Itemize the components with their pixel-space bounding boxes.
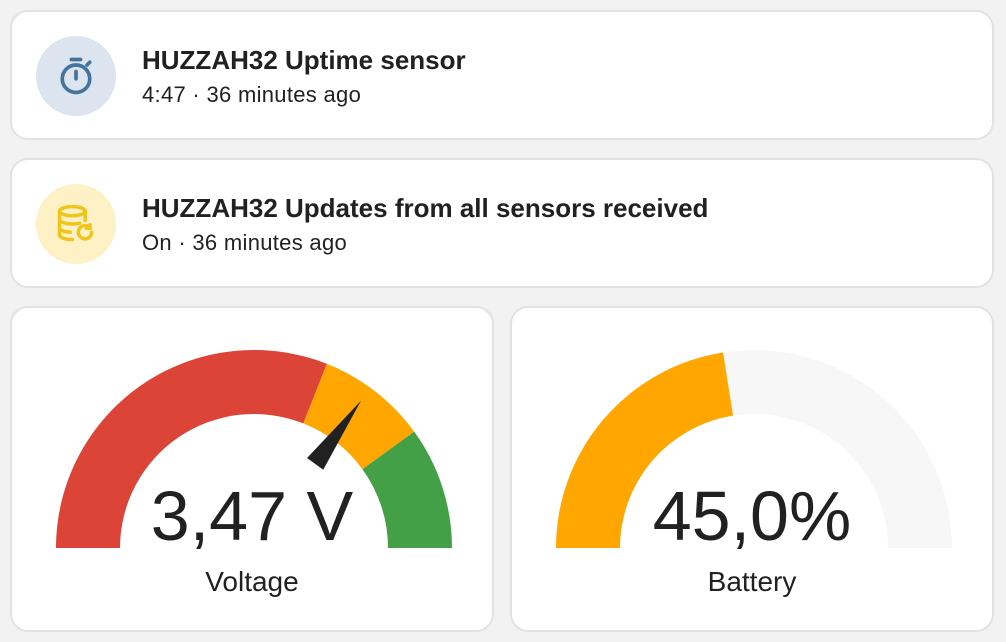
battery-gauge-card[interactable]: 45,0% Battery (510, 306, 994, 632)
voltage-gauge-card[interactable]: 3,47 V Voltage (10, 306, 494, 632)
tile-title: HUZZAH32 Updates from all sensors receiv… (142, 193, 709, 223)
database-sync-icon (36, 184, 116, 264)
battery-value: 45,0% (652, 477, 852, 555)
updates-received-tile[interactable]: HUZZAH32 Updates from all sensors receiv… (10, 158, 994, 288)
timer-icon (36, 36, 116, 116)
database-sync-icon-glyph (57, 204, 94, 242)
tile-title: HUZZAH32 Uptime sensor (142, 45, 466, 75)
timer-icon-glyph (60, 57, 92, 95)
tile-state: On · 36 minutes ago (142, 230, 348, 255)
voltage-value: 3,47 V (150, 477, 354, 555)
voltage-label: Voltage (205, 566, 299, 597)
uptime-sensor-tile[interactable]: HUZZAH32 Uptime sensor 4:47 · 36 minutes… (10, 10, 994, 140)
tile-state: 4:47 · 36 minutes ago (142, 82, 362, 107)
battery-label: Battery (707, 566, 797, 597)
